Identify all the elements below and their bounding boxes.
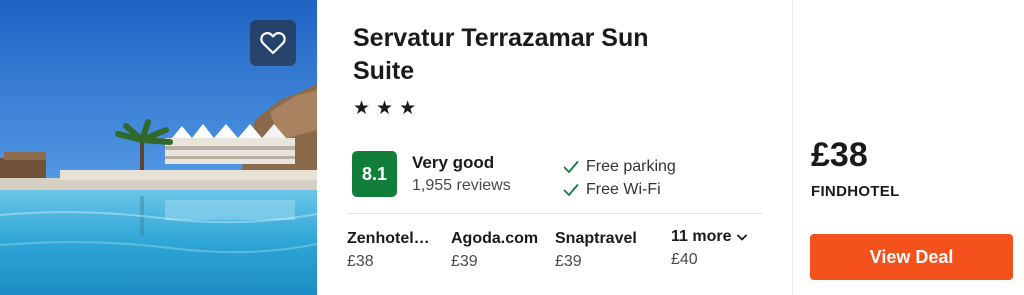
amenity-label: Free parking	[586, 157, 676, 175]
hotel-result-card: Servatur Terrazamar Sun Suite ★ ★ ★ 8.1 …	[0, 0, 1024, 295]
more-providers-label: 11 more	[671, 228, 732, 245]
star-rating: ★ ★ ★	[353, 98, 416, 120]
more-providers-button[interactable]: 11 more £40	[671, 228, 748, 269]
amenities-list: Free parking Free Wi-Fi	[563, 155, 676, 201]
provider-offer-snaptravel[interactable]: Snaptravel £39	[555, 230, 637, 271]
provider-price: £39	[555, 253, 582, 270]
provider-offer-zenhotels[interactable]: Zenhotel… £38	[347, 230, 430, 271]
favorite-button[interactable]	[250, 20, 296, 66]
rating-score-badge: 8.1	[352, 151, 397, 197]
more-providers-price: £40	[671, 251, 698, 268]
best-deal-panel: £38 FINDHOTEL View Deal	[792, 0, 1024, 295]
amenity-free-wifi: Free Wi-Fi	[563, 178, 676, 201]
hotel-info: Servatur Terrazamar Sun Suite ★ ★ ★ 8.1 …	[317, 0, 792, 295]
heart-icon	[260, 32, 286, 55]
provider-price: £39	[451, 253, 478, 270]
provider-prices: Zenhotel… £38 Agoda.com £39 Snaptravel £…	[347, 228, 767, 280]
review-count[interactable]: 1,955 reviews	[412, 177, 511, 195]
rating-label: Very good	[412, 153, 495, 172]
chevron-down-icon	[737, 234, 748, 240]
hotel-name[interactable]: Servatur Terrazamar Sun Suite	[353, 22, 713, 88]
provider-offer-agoda[interactable]: Agoda.com £39	[451, 230, 538, 271]
star-icon: ★	[353, 98, 371, 119]
divider	[347, 213, 762, 214]
provider-name: Agoda.com	[451, 230, 539, 247]
provider-price: £38	[347, 253, 374, 270]
check-icon	[563, 183, 579, 196]
provider-name: Snaptravel	[555, 230, 637, 247]
deal-price: £38	[811, 136, 868, 174]
amenity-free-parking: Free parking	[563, 155, 676, 178]
check-icon	[563, 160, 579, 173]
view-deal-button[interactable]: View Deal	[810, 234, 1013, 280]
star-icon: ★	[376, 98, 394, 119]
deal-provider: FINDHOTEL	[811, 183, 900, 200]
amenity-label: Free Wi-Fi	[586, 180, 661, 198]
star-icon: ★	[399, 98, 417, 119]
hotel-photo[interactable]	[0, 0, 317, 295]
provider-name: Zenhotel…	[347, 230, 430, 247]
